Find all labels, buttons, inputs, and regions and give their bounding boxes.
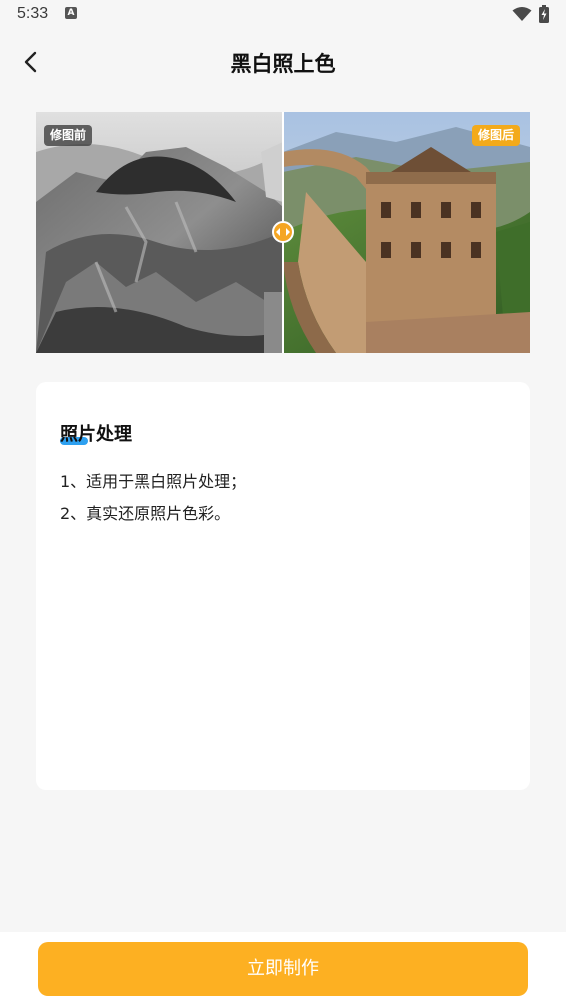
info-card: 照片处理 1、适用于黑白照片处理； 2、真实还原照片色彩。 (36, 382, 530, 790)
card-item: 1、适用于黑白照片处理； (60, 472, 247, 491)
bottom-bar: 立即制作 (0, 932, 566, 1006)
card-title: 照片处理 (60, 424, 132, 445)
before-after-preview[interactable]: 修图前 修图后 (36, 112, 530, 353)
page-title: 黑白照上色 (230, 52, 336, 76)
screen: 5:33 A 黑白照上色 修图前 修图后 照片处理 1、适用于黑白照片处理； 2… (0, 0, 566, 1006)
after-label: 修图后 (471, 125, 520, 146)
card-item: 2、真实还原照片色彩。 (60, 504, 231, 523)
status-bar: 5:33 A (0, 0, 566, 30)
compare-slider-handle[interactable] (272, 221, 294, 243)
before-image (36, 112, 283, 353)
wifi-icon (512, 7, 532, 21)
status-time: 5:33 (17, 5, 49, 22)
card-title-wrap: 照片处理 (60, 420, 132, 446)
text-notification-icon: A (65, 7, 77, 19)
make-now-button[interactable]: 立即制作 (38, 942, 528, 996)
before-label: 修图前 (44, 125, 93, 146)
battery-charging-icon (539, 5, 549, 23)
app-bar: 黑白照上色 (0, 36, 566, 88)
after-image (283, 112, 530, 353)
left-right-arrows-icon (276, 228, 290, 236)
